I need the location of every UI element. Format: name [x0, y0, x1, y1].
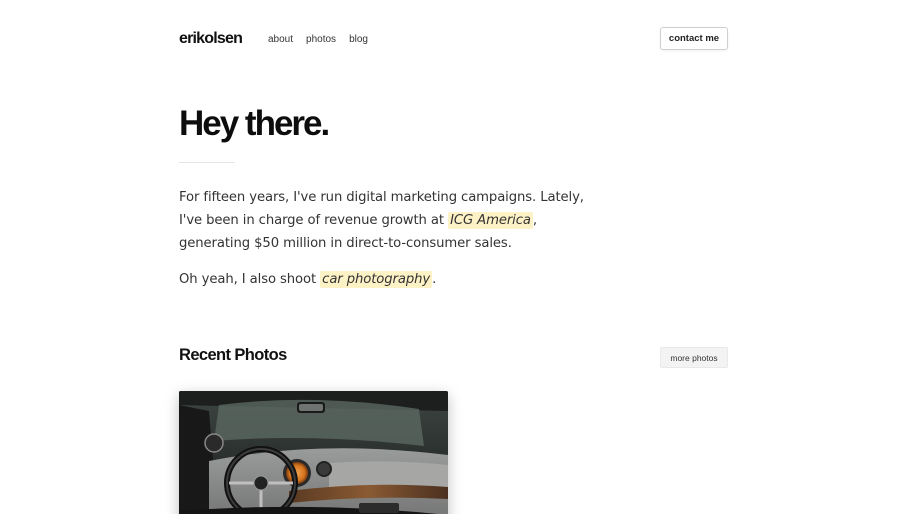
photo-card[interactable]	[179, 391, 448, 514]
nav-link-photos[interactable]: photos	[306, 34, 336, 45]
contact-button[interactable]: contact me	[660, 27, 728, 50]
photography-text: Oh yeah, I also shoot	[179, 272, 321, 287]
nav-link-about[interactable]: about	[268, 34, 293, 45]
nav-link-blog[interactable]: blog	[349, 34, 368, 45]
bio-line-2-end: ,	[532, 213, 537, 228]
company-link[interactable]: ICG America	[448, 212, 533, 229]
bio-line-3: generating $50 million in direct-to-cons…	[179, 236, 512, 251]
site-logo[interactable]: erikolsen	[179, 30, 243, 48]
car-interior-photo	[179, 391, 448, 514]
page-title: Hey there.	[179, 104, 330, 143]
photography-paragraph: Oh yeah, I also shoot car photography.	[179, 268, 436, 291]
bio-line-1: For fifteen years, I've run digital mark…	[179, 190, 584, 205]
recent-photos-heading: Recent Photos	[179, 346, 287, 364]
title-divider	[179, 162, 235, 163]
main-nav: about photos blog	[268, 34, 368, 45]
site-header: erikolsen about photos blog contact me	[179, 27, 728, 52]
bio-paragraph: For fifteen years, I've run digital mark…	[179, 186, 599, 255]
bio-line-2: I've been in charge of revenue growth at	[179, 213, 449, 228]
more-photos-button[interactable]: more photos	[660, 347, 728, 368]
car-photography-link[interactable]: car photography	[320, 271, 433, 288]
photography-text-end: .	[432, 272, 437, 287]
